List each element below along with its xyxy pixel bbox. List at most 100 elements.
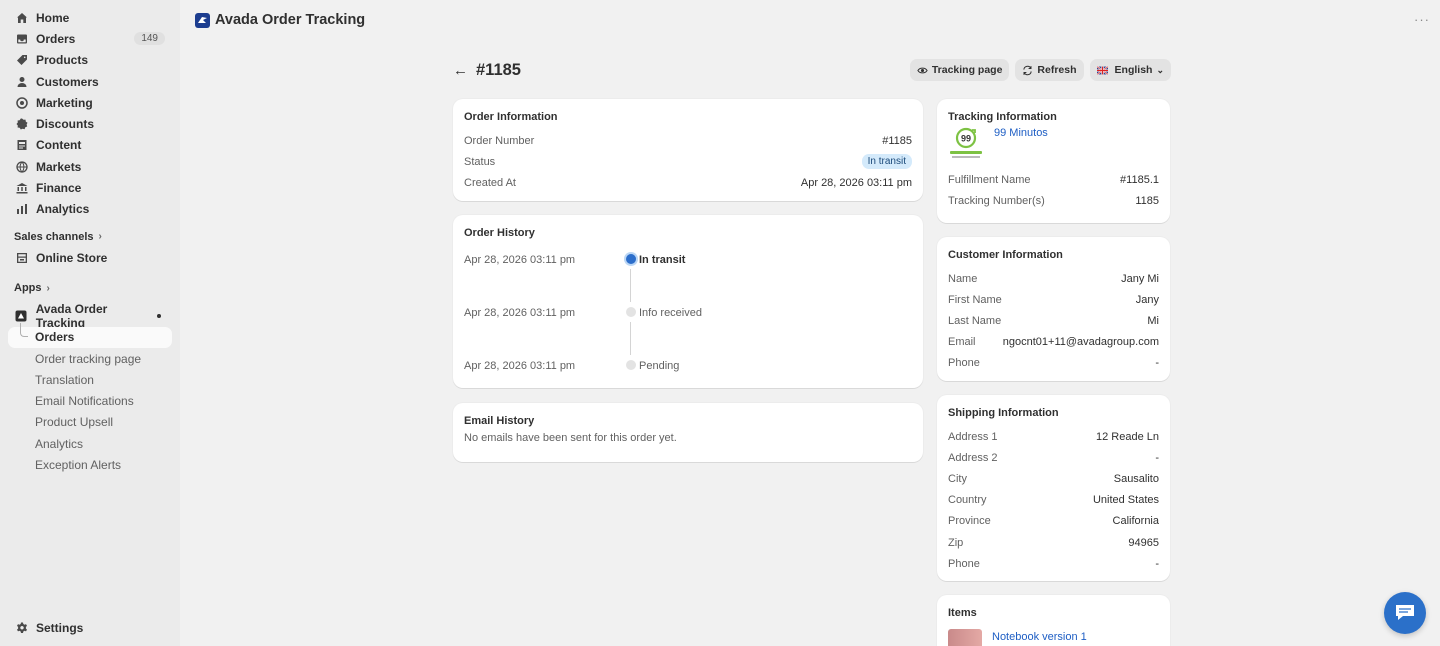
last-name-value: Mi: [1147, 314, 1159, 327]
sidebar-subitem-analytics[interactable]: Analytics: [8, 433, 172, 454]
timeline-label: Pending: [639, 360, 680, 372]
tracking-number-row: Tracking Number(s) 1185: [948, 190, 1159, 211]
sidebar-item-products[interactable]: Products: [8, 50, 172, 71]
field-label: Fulfillment Name: [948, 173, 1031, 186]
apps-heading[interactable]: Apps ›: [8, 278, 172, 298]
customer-information-card: Customer Information Name Jany Mi First …: [937, 237, 1170, 381]
field-label: Status: [464, 155, 496, 168]
tracking-page-button[interactable]: Tracking page: [909, 59, 1010, 81]
zip-row: Zip 94965: [948, 532, 1159, 553]
items-card: Items Notebook version 1: [937, 595, 1170, 646]
sidebar-subitem-order-tracking-page[interactable]: Order tracking page: [8, 348, 172, 369]
button-label: Tracking page: [931, 64, 1003, 76]
first-name-value: Jany: [1135, 293, 1159, 306]
card-title: Order History: [464, 227, 535, 239]
eye-icon: [917, 67, 928, 73]
status-row: Status In transit: [464, 151, 912, 172]
subitem-label: Analytics: [35, 436, 84, 451]
order-number-link[interactable]: #1185: [882, 135, 912, 147]
sidebar-item-markets[interactable]: Markets: [8, 156, 172, 177]
tracking-information-card: Tracking Information 99 99 Minutos Fulfi…: [937, 99, 1170, 223]
subitem-label: Exception Alerts: [35, 457, 122, 472]
field-label: Tracking Number(s): [948, 194, 1045, 207]
sidebar-item-finance[interactable]: Finance: [8, 177, 172, 198]
orders-count-badge: 149: [134, 32, 165, 46]
home-icon: [15, 11, 28, 24]
gear-icon: [15, 622, 28, 635]
language-select[interactable]: English ⌄: [1089, 59, 1171, 81]
field-label: Name: [948, 272, 978, 285]
timeline-connector: [630, 322, 631, 355]
sidebar-item-label: Discounts: [36, 117, 95, 132]
back-arrow-icon[interactable]: ←: [453, 62, 468, 79]
card-title: Order Information: [464, 111, 558, 123]
created-at-value: Apr 28, 2026 03:11 pm: [800, 176, 912, 189]
more-actions-icon[interactable]: ···: [1414, 12, 1430, 27]
sidebar-item-settings[interactable]: Settings: [8, 618, 172, 639]
timeline-dot-icon: [626, 307, 636, 317]
product-link[interactable]: Notebook version 1: [992, 631, 1087, 643]
sidebar-item-online-store[interactable]: Online Store: [8, 247, 172, 268]
sidebar-subitem-translation[interactable]: Translation: [8, 369, 172, 390]
apps-label: Apps: [14, 282, 42, 295]
fulfillment-row: Fulfillment Name #1185.1: [948, 169, 1159, 190]
address1-value: 12 Reade Ln: [1096, 430, 1159, 443]
shipping-information-card: Shipping Information Address 1 12 Reade …: [937, 395, 1170, 581]
city-row: City Sausalito: [948, 468, 1159, 489]
sales-channels-label: Sales channels: [14, 230, 94, 243]
sidebar-item-avada-app[interactable]: Avada Order Tracking: [8, 302, 172, 330]
sidebar-subitem-email-notifications[interactable]: Email Notifications: [8, 390, 172, 411]
sidebar-item-analytics[interactable]: Analytics: [8, 199, 172, 220]
subitem-label: Email Notifications: [35, 394, 134, 409]
phone-row: Phone -: [948, 353, 1159, 374]
order-history-card: Order History Apr 28, 2026 03:11 pm In t…: [453, 215, 923, 388]
sidebar-item-label: Orders: [36, 31, 76, 46]
tree-elbow-icon: [20, 322, 28, 337]
sidebar-item-content[interactable]: Content: [8, 135, 172, 156]
sidebar-item-discounts[interactable]: Discounts: [8, 113, 172, 134]
order-number-row: Order Number #1185: [464, 130, 912, 151]
globe-icon: [15, 160, 28, 173]
card-title: Shipping Information: [948, 407, 1059, 419]
timeline-label: In transit: [639, 254, 686, 266]
sidebar-item-home[interactable]: Home: [8, 7, 172, 28]
timeline-date: Apr 28, 2026 03:11 pm: [464, 254, 576, 266]
timeline-date: Apr 28, 2026 03:11 pm: [464, 307, 576, 319]
card-title: Customer Information: [948, 249, 1063, 261]
customer-name-link[interactable]: Jany Mi: [1121, 273, 1159, 285]
city-value: Sausalito: [1113, 472, 1159, 485]
empty-state-text: No emails have been sent for this order …: [464, 432, 677, 444]
field-label: Created At: [464, 176, 516, 189]
sidebar-subitem-exception-alerts[interactable]: Exception Alerts: [8, 454, 172, 475]
timeline-date: Apr 28, 2026 03:11 pm: [464, 360, 576, 372]
field-label: First Name: [948, 293, 1002, 306]
address2-row: Address 2 -: [948, 447, 1159, 468]
status-badge: In transit: [861, 154, 912, 170]
button-label: Refresh: [1037, 64, 1077, 76]
refresh-button[interactable]: Refresh: [1015, 59, 1084, 81]
timeline-item: Apr 28, 2026 03:11 pm In transit: [464, 254, 912, 307]
pin-dot-icon: [157, 313, 161, 318]
chat-widget-button[interactable]: [1384, 592, 1426, 634]
address2-value: -: [1155, 451, 1159, 464]
sidebar-item-label: Customers: [36, 74, 99, 89]
first-name-row: First Name Jany: [948, 289, 1159, 310]
sidebar-item-orders[interactable]: Orders 149: [8, 28, 172, 49]
sidebar-subitem-orders[interactable]: Orders: [8, 322, 172, 348]
timeline-dot-icon: [626, 360, 636, 370]
carrier-link[interactable]: 99 Minutos: [994, 127, 1048, 139]
subitem-label: Translation: [35, 372, 94, 387]
subitem-label: Product Upsell: [35, 415, 114, 430]
sidebar-subitem-product-upsell[interactable]: Product Upsell: [8, 412, 172, 433]
sales-channels-heading[interactable]: Sales channels ›: [8, 227, 172, 247]
field-label: Country: [948, 494, 987, 507]
sidebar-item-marketing[interactable]: Marketing: [8, 92, 172, 113]
product-thumbnail: [948, 629, 982, 646]
sidebar-item-label: Analytics: [36, 202, 90, 217]
field-label: Email: [948, 336, 976, 349]
chevron-down-icon: ⌄: [1156, 64, 1164, 75]
name-row: Name Jany Mi: [948, 268, 1159, 289]
app-header: Avada Order Tracking: [195, 12, 365, 28]
sidebar-item-customers[interactable]: Customers: [8, 71, 172, 92]
sidebar-item-label: Online Store: [36, 250, 108, 265]
